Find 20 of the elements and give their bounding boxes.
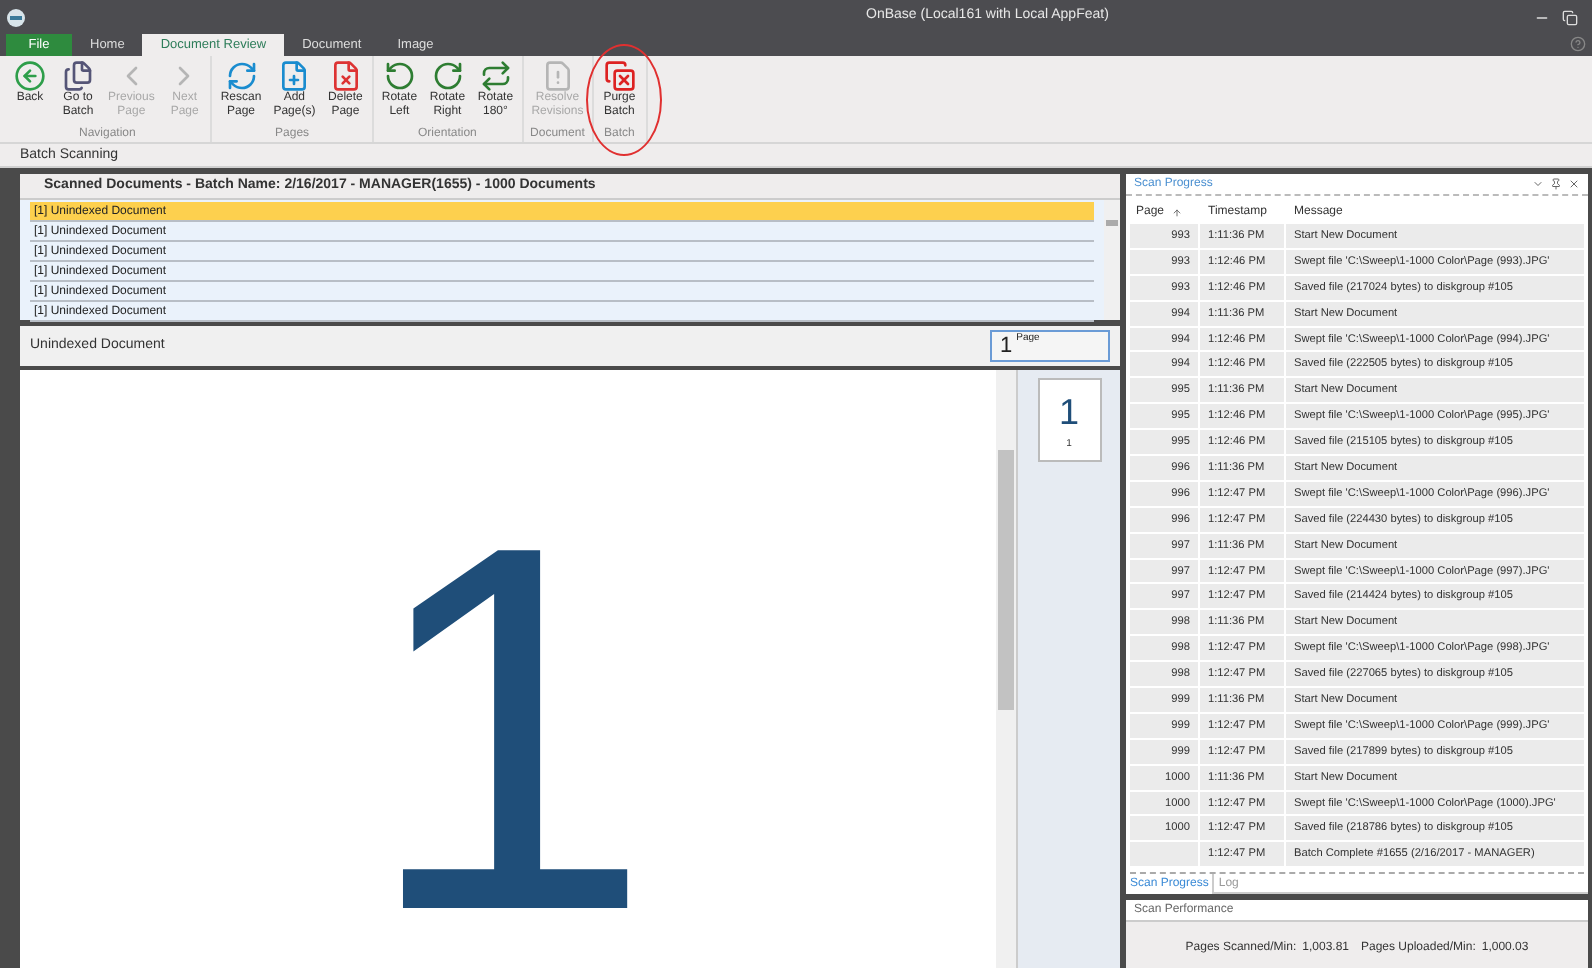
restore-icon[interactable] — [1562, 9, 1578, 25]
page-content-text: 1 — [363, 469, 653, 968]
add-page-icon — [278, 60, 311, 92]
delete-page-icon — [329, 60, 362, 92]
page-number: 1 — [1000, 332, 1013, 362]
help-icon[interactable] — [1570, 36, 1586, 52]
rotate-180-icon — [479, 60, 512, 92]
scrollbar[interactable] — [1104, 200, 1120, 320]
back-circle-icon — [14, 60, 46, 92]
close-icon[interactable] — [1568, 178, 1580, 190]
pages-icon — [62, 60, 94, 92]
sort-up-icon — [1172, 207, 1183, 217]
rotate-right-icon — [431, 60, 464, 92]
rotate-left-icon — [383, 60, 416, 92]
rescan-icon — [225, 60, 258, 92]
pages-x-icon — [603, 60, 636, 92]
app-logo-icon — [6, 7, 26, 27]
page-warning-icon — [541, 60, 574, 92]
pin-icon[interactable] — [1550, 178, 1562, 190]
thumbnail-text: 1 — [1058, 390, 1079, 436]
